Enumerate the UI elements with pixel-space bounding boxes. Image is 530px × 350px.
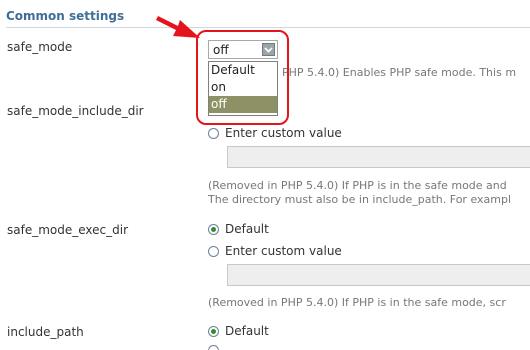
exec-dir-custom-label: Enter custom value — [225, 244, 342, 258]
include-path-custom-option-partial[interactable] — [208, 345, 219, 350]
include-path-default-option[interactable]: Default — [208, 324, 269, 338]
exec-dir-custom-input[interactable] — [227, 264, 530, 286]
setting-label-include-path: include_path — [7, 325, 84, 339]
include-dir-custom-label: Enter custom value — [225, 126, 342, 140]
section-title: Common settings — [6, 9, 125, 23]
section-divider — [6, 27, 530, 28]
safe-mode-help: PHP 5.4.0) Enables PHP safe mode. This m — [282, 66, 530, 80]
include-dir-custom-input[interactable] — [227, 146, 530, 168]
setting-label-safe-mode-include-dir: safe_mode_include_dir — [7, 104, 144, 118]
include-dir-help: (Removed in PHP 5.4.0) If PHP is in the … — [208, 179, 530, 207]
setting-label-safe-mode: safe_mode — [7, 40, 73, 54]
exec-dir-default-radio[interactable] — [208, 223, 219, 235]
exec-dir-default-option[interactable]: Default — [208, 222, 269, 236]
exec-dir-help: (Removed in PHP 5.4.0) If PHP is in the … — [208, 296, 530, 310]
exec-dir-custom-radio[interactable] — [208, 245, 219, 257]
exec-dir-default-label: Default — [225, 222, 269, 236]
include-path-custom-radio[interactable] — [208, 345, 219, 350]
setting-label-safe-mode-exec-dir: safe_mode_exec_dir — [7, 223, 129, 237]
include-dir-custom-option[interactable]: Enter custom value — [208, 126, 342, 140]
safe-mode-help-text: PHP 5.4.0) Enables PHP safe mode. This m — [282, 66, 517, 79]
include-dir-help-line1: (Removed in PHP 5.4.0) If PHP is in the … — [208, 179, 507, 192]
red-arrow-icon — [156, 16, 200, 38]
exec-dir-help-line1: (Removed in PHP 5.4.0) If PHP is in the … — [208, 296, 506, 309]
include-dir-custom-radio[interactable] — [208, 127, 219, 139]
highlight-ring — [196, 30, 289, 125]
include-path-default-label: Default — [225, 324, 269, 338]
include-dir-help-line2: The directory must also be in include_pa… — [208, 193, 512, 206]
exec-dir-custom-option[interactable]: Enter custom value — [208, 244, 342, 258]
include-path-default-radio[interactable] — [208, 325, 219, 337]
